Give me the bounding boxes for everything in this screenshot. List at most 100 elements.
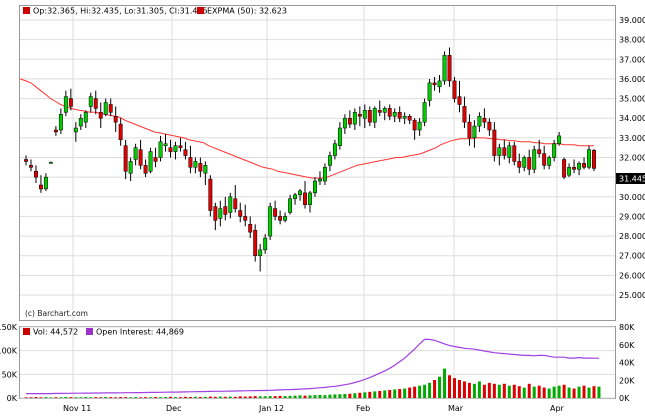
volume-bar bbox=[198, 397, 202, 398]
candle-body-up bbox=[427, 82, 432, 101]
volume-bar bbox=[223, 396, 227, 398]
volume-bar bbox=[273, 396, 277, 398]
price-chart: 39.000 38.000 37.000 36.000 35.000 34.000 33.0… bbox=[0, 5, 645, 413]
candle-body-up bbox=[547, 157, 552, 166]
volume-bar bbox=[348, 393, 352, 398]
volume-bar bbox=[154, 397, 158, 398]
volume-bar bbox=[477, 381, 481, 398]
candle-body-down bbox=[347, 117, 352, 125]
candle-body-down bbox=[253, 229, 258, 256]
candle-body-down bbox=[537, 149, 542, 154]
candle bbox=[452, 76, 457, 103]
volume-bar bbox=[502, 383, 506, 398]
candle-body-down bbox=[377, 110, 382, 113]
candle-body-up bbox=[422, 102, 427, 123]
volume-bar bbox=[472, 383, 476, 398]
volume-bar bbox=[258, 396, 262, 398]
candle-body-up bbox=[437, 80, 442, 88]
price-tick-label: 36.000 bbox=[619, 75, 645, 84]
candle-body-up bbox=[587, 149, 591, 168]
ema-legend-square bbox=[197, 7, 204, 14]
volume-bar bbox=[527, 383, 531, 398]
volume-tick-label: 0K bbox=[7, 394, 18, 403]
volume-bar bbox=[238, 396, 242, 398]
volume-tick-label: 150K bbox=[0, 323, 18, 332]
volume-bar bbox=[572, 388, 576, 398]
candle-body-down bbox=[367, 110, 372, 123]
candle-body-up bbox=[288, 198, 293, 213]
watermark: (c) Barchart.com bbox=[25, 309, 88, 318]
volume-bar bbox=[443, 368, 447, 398]
candle-body-down bbox=[387, 108, 392, 117]
volume-bar bbox=[452, 378, 456, 398]
oi-tick-label: 20K bbox=[619, 376, 635, 385]
candle-body-down bbox=[482, 117, 487, 123]
volume-bar bbox=[193, 396, 197, 398]
candle-body-down bbox=[273, 208, 278, 217]
candle-body-down bbox=[168, 147, 173, 152]
candle-body-up bbox=[532, 149, 537, 170]
volume-bar bbox=[398, 389, 402, 398]
volume-bar bbox=[129, 397, 133, 398]
candle-body-up bbox=[318, 178, 322, 182]
volume-bar bbox=[159, 397, 163, 398]
candle-body-up bbox=[417, 121, 422, 131]
volume-bar bbox=[44, 397, 48, 398]
candle-body-down bbox=[108, 104, 113, 113]
candle-body-down bbox=[512, 145, 517, 162]
volume-bar bbox=[388, 389, 392, 398]
volume-bar bbox=[497, 384, 501, 398]
volume-bar bbox=[308, 395, 312, 398]
volume-bar bbox=[343, 393, 347, 398]
candle bbox=[532, 145, 537, 174]
candle-body-up bbox=[567, 167, 572, 176]
candle-body-down bbox=[357, 114, 362, 117]
candle bbox=[422, 98, 427, 127]
volume-bar bbox=[173, 397, 177, 398]
volume-bar bbox=[124, 397, 128, 398]
volume-bar bbox=[34, 397, 38, 398]
x-label-jan: Jan 12 bbox=[258, 404, 284, 413]
candle-body-up bbox=[128, 161, 133, 174]
volume-bar bbox=[567, 387, 571, 398]
oi-legend: Open Interest: 44,869 bbox=[96, 328, 184, 337]
volume-bar bbox=[517, 386, 521, 398]
candle-body-down bbox=[143, 165, 148, 174]
candle-body-down bbox=[243, 216, 248, 221]
candle-body-down bbox=[153, 157, 158, 162]
candle-body-down bbox=[397, 112, 402, 119]
volume-tick-label: 50K bbox=[2, 370, 18, 379]
ohlc-legend-square bbox=[23, 7, 30, 14]
volume-bar bbox=[114, 397, 118, 398]
oi-tick-label: 0K bbox=[619, 394, 630, 403]
ema-legend: EXPMA (50): 32.623 bbox=[207, 7, 287, 16]
candle bbox=[208, 175, 213, 217]
candle-body-up bbox=[507, 145, 512, 158]
candle-body-down bbox=[24, 159, 28, 162]
volume-bar bbox=[383, 390, 387, 398]
candle-body-up bbox=[337, 127, 342, 146]
candle-body-up bbox=[258, 249, 263, 256]
last-price-value: 31.445 bbox=[619, 175, 645, 184]
candle bbox=[562, 157, 567, 180]
price-tick-label: 28.000 bbox=[619, 232, 645, 241]
candle-body-up bbox=[58, 114, 63, 131]
candle-body-up bbox=[522, 157, 527, 168]
volume-bar bbox=[428, 382, 432, 398]
volume-bar bbox=[89, 397, 93, 398]
candle-body-down bbox=[412, 119, 417, 131]
candle-body-down bbox=[34, 171, 38, 178]
volume-bar bbox=[547, 388, 551, 398]
volume-bar bbox=[592, 386, 596, 398]
candle-body-up bbox=[43, 176, 48, 190]
candle bbox=[442, 51, 447, 85]
volume-bar bbox=[164, 397, 168, 398]
candle-body-up bbox=[158, 141, 163, 158]
candle-body-down bbox=[68, 98, 73, 107]
candle-body-up bbox=[308, 192, 312, 205]
candle-body-down bbox=[592, 150, 596, 169]
volume-bar bbox=[368, 391, 372, 398]
candle-body-down bbox=[183, 149, 188, 156]
volume-bar bbox=[552, 386, 556, 398]
volume-bar bbox=[303, 395, 307, 398]
